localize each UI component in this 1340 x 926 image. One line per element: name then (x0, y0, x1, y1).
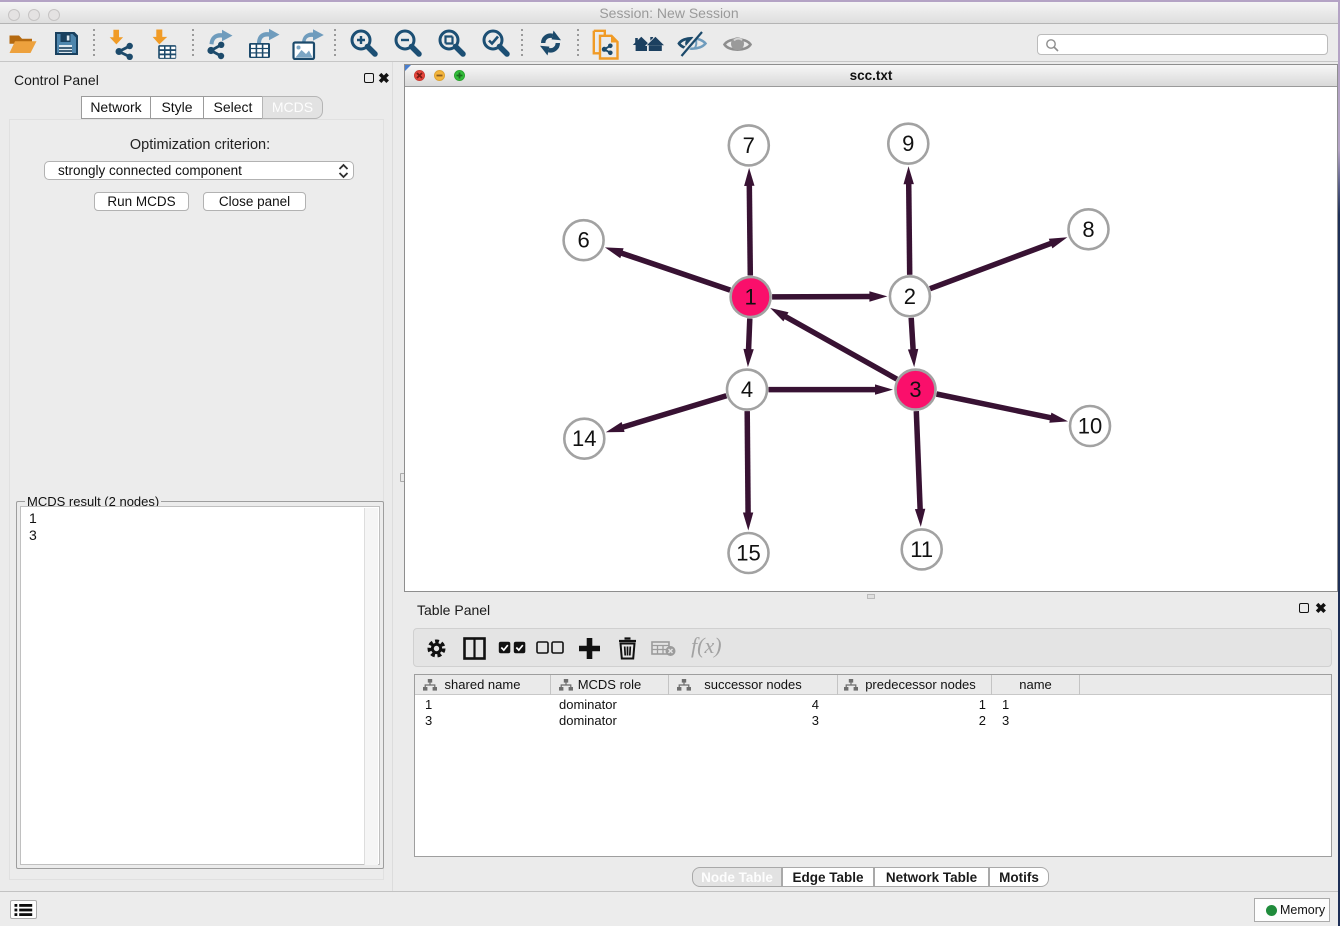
svg-text:9: 9 (902, 131, 914, 156)
svg-text:7: 7 (743, 133, 755, 158)
svg-text:6: 6 (577, 228, 589, 253)
svg-text:3: 3 (909, 377, 921, 402)
svg-text:15: 15 (736, 541, 760, 566)
svg-text:1: 1 (744, 285, 756, 310)
svg-text:2: 2 (904, 284, 916, 309)
svg-text:11: 11 (910, 537, 933, 562)
svg-text:14: 14 (572, 426, 596, 451)
svg-text:8: 8 (1082, 217, 1094, 242)
svg-text:4: 4 (741, 377, 753, 402)
svg-text:10: 10 (1078, 414, 1102, 439)
